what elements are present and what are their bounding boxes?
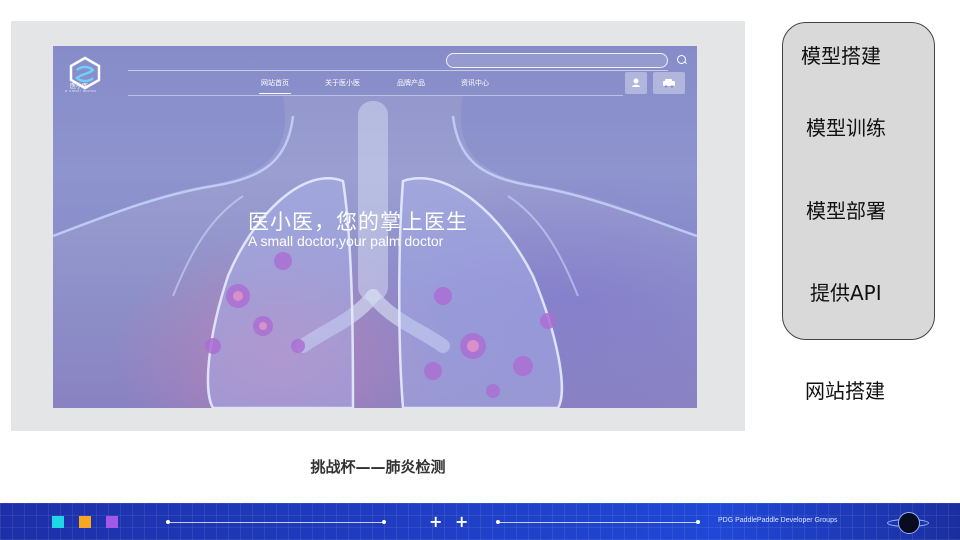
user-button[interactable]: [625, 72, 647, 94]
car-icon: [663, 79, 675, 88]
purple-square: [106, 516, 118, 528]
slide-caption: 挑战杯——肺炎检测: [310, 458, 446, 476]
nav-item-about[interactable]: 关于医小医: [325, 78, 360, 88]
car-button[interactable]: [653, 72, 685, 94]
plus-icon: +: [455, 512, 469, 531]
panel-item-deploy: 模型部署: [806, 199, 886, 223]
user-icon: [632, 78, 640, 87]
panel-item-train: 模型训练: [806, 116, 886, 140]
hero-subtitle: A small doctor,your palm doctor: [248, 233, 444, 249]
panel-item-build: 模型搭建: [801, 44, 881, 68]
nav-item-news[interactable]: 资讯中心: [461, 78, 489, 88]
logo-subtext: a small doctor: [65, 89, 97, 93]
search-input[interactable]: [446, 53, 668, 68]
footer-text: PDG PaddlePaddle Developer Groups: [718, 517, 838, 524]
search-icon[interactable]: [677, 55, 686, 64]
orange-square: [79, 516, 91, 528]
nav-item-products[interactable]: 品牌产品: [397, 78, 425, 88]
nav-item-home[interactable]: 网站首页: [259, 78, 291, 94]
footer-line: [170, 522, 382, 523]
steps-panel: 模型搭建 模型训练 模型部署 提供API: [782, 22, 935, 340]
planet-icon: [898, 512, 920, 534]
plus-icon: +: [429, 512, 443, 531]
website-screenshot: 医小医 a small doctor 网站首页 关于医小医 品牌产品 资讯中心 …: [53, 46, 697, 408]
footer-line: [500, 522, 696, 523]
footer-dot: [382, 520, 386, 524]
nav-divider-bottom: [128, 95, 623, 96]
footer-dot: [696, 520, 700, 524]
nav-divider: [128, 70, 668, 71]
panel-item-api: 提供API: [810, 281, 882, 305]
website-build-label: 网站搭建: [805, 379, 885, 403]
hero-title: 医小医，您的掌上医生: [248, 210, 468, 234]
cyan-square: [52, 516, 64, 528]
footer-banner: + + PDG PaddlePaddle Developer Groups: [0, 503, 960, 540]
